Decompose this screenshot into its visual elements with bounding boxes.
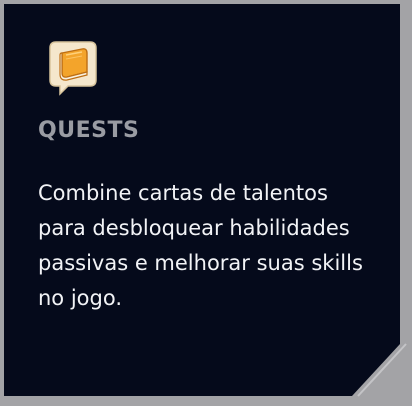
card-title: QUESTS bbox=[38, 118, 140, 143]
book-icon bbox=[48, 40, 98, 96]
card-description: Combine cartas de talentos para desbloqu… bbox=[38, 181, 363, 310]
quests-card: QUESTS Combine cartas de talentos para d… bbox=[4, 4, 400, 396]
card-frame: QUESTS Combine cartas de talentos para d… bbox=[0, 0, 412, 406]
